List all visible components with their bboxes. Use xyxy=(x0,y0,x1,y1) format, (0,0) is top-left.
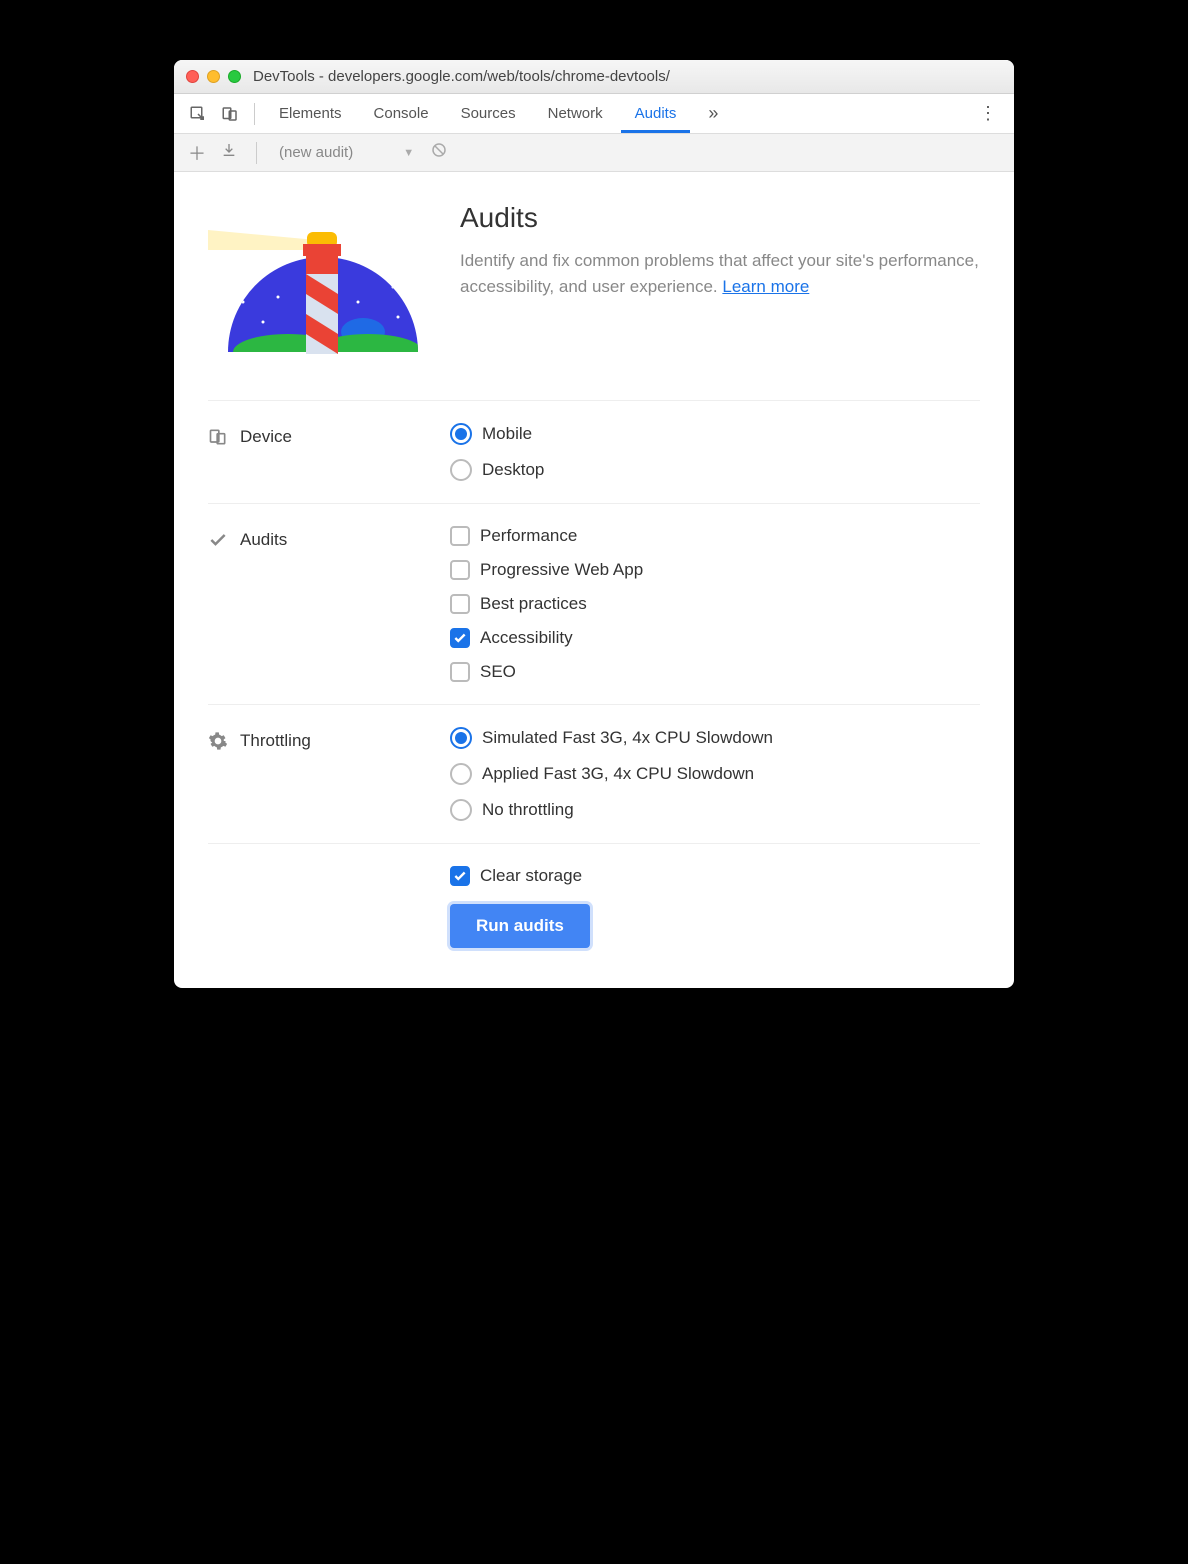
add-icon[interactable]: ＋ xyxy=(186,140,208,166)
option-label: Simulated Fast 3G, 4x CPU Slowdown xyxy=(482,728,773,748)
radio-mobile[interactable]: Mobile xyxy=(450,423,980,445)
audits-row: Audits Performance Progressive Web App B… xyxy=(208,526,980,682)
option-label: Mobile xyxy=(482,424,532,444)
throttling-options: Simulated Fast 3G, 4x CPU Slowdown Appli… xyxy=(450,727,980,821)
minimize-window-icon[interactable] xyxy=(207,70,220,83)
checkbox-icon xyxy=(450,560,470,580)
audit-dropdown[interactable]: (new audit) ▼ xyxy=(273,144,420,161)
tab-sources[interactable]: Sources xyxy=(447,94,530,133)
option-label: No throttling xyxy=(482,800,574,820)
radio-desktop[interactable]: Desktop xyxy=(450,459,980,481)
section-label: Audits xyxy=(240,530,287,550)
download-icon[interactable] xyxy=(218,142,240,163)
titlebar: DevTools - developers.google.com/web/too… xyxy=(174,60,1014,94)
inspect-icon[interactable] xyxy=(184,100,212,128)
radio-icon xyxy=(450,799,472,821)
audits-options: Performance Progressive Web App Best pra… xyxy=(450,526,980,682)
radio-icon xyxy=(450,423,472,445)
checkbox-icon xyxy=(450,662,470,682)
run-audits-button[interactable]: Run audits xyxy=(450,904,590,948)
option-label: SEO xyxy=(480,662,516,682)
run-row: Run audits xyxy=(208,886,980,948)
devices-icon xyxy=(208,427,228,447)
zoom-window-icon[interactable] xyxy=(228,70,241,83)
menu-icon[interactable]: ⋮ xyxy=(971,103,1004,124)
option-label: Best practices xyxy=(480,594,587,614)
checkbox-icon xyxy=(450,594,470,614)
radio-simulated-3g[interactable]: Simulated Fast 3G, 4x CPU Slowdown xyxy=(450,727,980,749)
tab-strip: Elements Console Sources Network Audits … xyxy=(174,94,1014,134)
empty-label xyxy=(208,866,428,870)
radio-icon xyxy=(450,763,472,785)
tab-label: Elements xyxy=(279,105,342,122)
checkbox-icon xyxy=(450,628,470,648)
tab-console[interactable]: Console xyxy=(360,94,443,133)
separator xyxy=(254,103,255,125)
throttling-label: Throttling xyxy=(208,727,428,751)
divider xyxy=(208,843,980,844)
tabs-overflow-icon[interactable]: » xyxy=(694,94,732,133)
checkbox-icon xyxy=(450,866,470,886)
tab-label: Sources xyxy=(461,105,516,122)
radio-icon xyxy=(450,459,472,481)
checkbox-accessibility[interactable]: Accessibility xyxy=(450,628,980,648)
checkbox-seo[interactable]: SEO xyxy=(450,662,980,682)
checkbox-clear-storage[interactable]: Clear storage xyxy=(450,866,980,886)
tab-label: Audits xyxy=(635,105,677,122)
dropdown-label: (new audit) xyxy=(279,144,353,161)
option-label: Progressive Web App xyxy=(480,560,643,580)
close-window-icon[interactable] xyxy=(186,70,199,83)
clear-storage-row: Clear storage xyxy=(208,866,980,886)
device-label: Device xyxy=(208,423,428,447)
device-options: Mobile Desktop xyxy=(450,423,980,481)
radio-no-throttling[interactable]: No throttling xyxy=(450,799,980,821)
option-label: Performance xyxy=(480,526,577,546)
panel-heading: Audits xyxy=(460,202,980,234)
device-toggle-icon[interactable] xyxy=(216,100,244,128)
description-text: Identify and fix common problems that af… xyxy=(460,251,979,296)
gear-icon xyxy=(208,731,228,751)
throttling-row: Throttling Simulated Fast 3G, 4x CPU Slo… xyxy=(208,727,980,821)
clear-storage-option: Clear storage xyxy=(450,866,980,886)
option-label: Clear storage xyxy=(480,866,582,886)
devtools-window: DevTools - developers.google.com/web/too… xyxy=(174,60,1014,988)
clear-icon[interactable] xyxy=(430,141,448,164)
window-controls xyxy=(186,70,241,83)
panel-description: Identify and fix common problems that af… xyxy=(460,248,980,299)
check-icon xyxy=(208,530,228,550)
option-label: Applied Fast 3G, 4x CPU Slowdown xyxy=(482,764,754,784)
tab-elements[interactable]: Elements xyxy=(265,94,356,133)
intro-section: Audits Identify and fix common problems … xyxy=(208,202,980,372)
divider xyxy=(208,704,980,705)
option-label: Accessibility xyxy=(480,628,573,648)
checkbox-best-practices[interactable]: Best practices xyxy=(450,594,980,614)
radio-icon xyxy=(450,727,472,749)
learn-more-link[interactable]: Learn more xyxy=(722,277,809,296)
divider xyxy=(208,400,980,401)
tab-network[interactable]: Network xyxy=(534,94,617,133)
lighthouse-illustration-icon xyxy=(208,202,438,372)
tab-label: Console xyxy=(374,105,429,122)
tab-audits[interactable]: Audits xyxy=(621,94,691,133)
device-row: Device Mobile Desktop xyxy=(208,423,980,481)
section-label: Device xyxy=(240,427,292,447)
checkbox-performance[interactable]: Performance xyxy=(450,526,980,546)
option-label: Desktop xyxy=(482,460,544,480)
window-title: DevTools - developers.google.com/web/too… xyxy=(253,68,670,85)
checkbox-pwa[interactable]: Progressive Web App xyxy=(450,560,980,580)
audits-label: Audits xyxy=(208,526,428,550)
audits-subbar: ＋ (new audit) ▼ xyxy=(174,134,1014,172)
divider xyxy=(208,503,980,504)
audits-panel: Audits Identify and fix common problems … xyxy=(174,172,1014,988)
section-label: Throttling xyxy=(240,731,311,751)
radio-applied-3g[interactable]: Applied Fast 3G, 4x CPU Slowdown xyxy=(450,763,980,785)
checkbox-icon xyxy=(450,526,470,546)
tab-label: Network xyxy=(548,105,603,122)
intro-text: Audits Identify and fix common problems … xyxy=(460,202,980,299)
separator xyxy=(256,142,257,164)
chevron-down-icon: ▼ xyxy=(403,147,414,159)
